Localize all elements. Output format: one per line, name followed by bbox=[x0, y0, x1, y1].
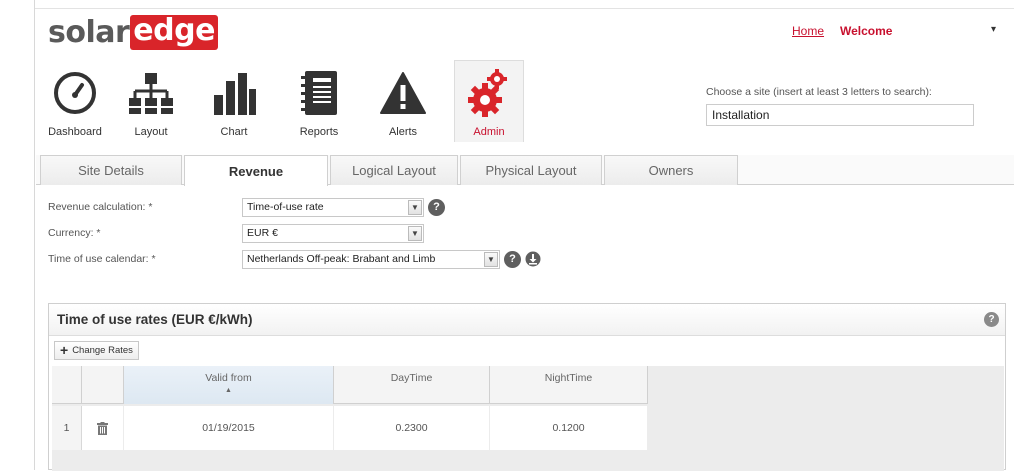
nav-reports-label: Reports bbox=[299, 126, 339, 138]
download-icon[interactable] bbox=[524, 250, 542, 268]
notebook-icon bbox=[294, 68, 344, 118]
nav-alerts-label: Alerts bbox=[388, 126, 418, 138]
revenue-form: Revenue calculation: * Time-of-use rate … bbox=[48, 196, 542, 274]
tou-calendar-select[interactable]: Netherlands Off-peak: Brabant and Limb ▼ bbox=[242, 249, 500, 269]
cell-nighttime[interactable]: 0.1200 bbox=[490, 406, 648, 450]
change-rates-button[interactable]: + Change Rates bbox=[54, 340, 139, 360]
help-icon[interactable]: ? bbox=[504, 250, 521, 268]
rates-panel: Time of use rates (EUR €/kWh) ? + Change… bbox=[48, 303, 1006, 471]
chevron-down-icon[interactable]: ▼ bbox=[408, 199, 422, 215]
cell-valid-from[interactable]: 01/19/2015 bbox=[124, 406, 334, 450]
tab-owners[interactable]: Owners bbox=[604, 155, 738, 185]
hierarchy-icon bbox=[126, 68, 176, 118]
site-chooser: Choose a site (insert at least 3 letters… bbox=[706, 86, 974, 126]
nav-chart[interactable]: Chart bbox=[192, 60, 276, 142]
gauge-icon bbox=[50, 68, 100, 118]
warning-icon bbox=[378, 68, 428, 118]
currency-select[interactable]: EUR € ▼ bbox=[242, 223, 424, 243]
sort-ascending-icon: ▲ bbox=[225, 387, 232, 394]
grid-empty-area bbox=[648, 366, 1004, 471]
grid-header-index bbox=[52, 366, 82, 404]
grid-header: Valid from ▲ DayTime NightTime bbox=[52, 366, 648, 404]
currency-row: Currency: * EUR € ▼ bbox=[48, 222, 542, 244]
chevron-down-icon[interactable]: ▼ bbox=[408, 225, 422, 241]
plus-icon: + bbox=[60, 342, 69, 358]
row-index: 1 bbox=[52, 406, 82, 450]
nav-dashboard-label: Dashboard bbox=[48, 126, 102, 138]
cell-daytime[interactable]: 0.2300 bbox=[334, 406, 490, 450]
home-link[interactable]: Home bbox=[792, 24, 824, 38]
logo-text-edge: edge bbox=[130, 14, 218, 50]
help-icon[interactable]: ? bbox=[428, 198, 445, 216]
grid-header-actions bbox=[82, 366, 124, 404]
tab-physical-layout[interactable]: Physical Layout bbox=[460, 155, 602, 185]
column-header-daytime[interactable]: DayTime bbox=[334, 366, 490, 404]
solaredge-logo[interactable]: solar edge bbox=[48, 14, 218, 50]
nav-admin-label: Admin bbox=[473, 126, 505, 138]
tou-calendar-label: Time of use calendar: * bbox=[48, 253, 156, 265]
nav-layout-label: Layout bbox=[134, 126, 168, 138]
change-rates-label: Change Rates bbox=[72, 344, 133, 356]
tab-logical-layout[interactable]: Logical Layout bbox=[330, 155, 458, 185]
table-row[interactable]: 1 01/19/2015 0.2300 0.1200 bbox=[52, 406, 648, 450]
column-header-nighttime[interactable]: NightTime bbox=[490, 366, 648, 404]
rates-panel-header: Time of use rates (EUR €/kWh) ? bbox=[49, 304, 1005, 336]
tab-revenue[interactable]: Revenue bbox=[184, 155, 328, 186]
nav-reports[interactable]: Reports bbox=[276, 60, 362, 142]
revenue-calc-label: Revenue calculation: * bbox=[48, 201, 153, 213]
rates-panel-title: Time of use rates (EUR €/kWh) bbox=[57, 312, 253, 327]
site-search-input[interactable] bbox=[706, 104, 974, 126]
nav-chart-label: Chart bbox=[220, 126, 248, 138]
nav-layout[interactable]: Layout bbox=[110, 60, 192, 142]
welcome-user[interactable]: Welcome bbox=[840, 24, 892, 38]
tab-site-details[interactable]: Site Details bbox=[40, 155, 182, 185]
tou-calendar-value: Netherlands Off-peak: Brabant and Limb bbox=[247, 253, 436, 265]
logo-text-solar: solar bbox=[48, 14, 130, 50]
nav-alerts[interactable]: Alerts bbox=[362, 60, 444, 142]
help-icon[interactable]: ? bbox=[984, 312, 999, 327]
chevron-down-icon[interactable]: ▼ bbox=[484, 251, 498, 267]
nav-admin[interactable]: Admin bbox=[454, 60, 524, 142]
revenue-calc-select[interactable]: Time-of-use rate ▼ bbox=[242, 197, 424, 217]
header-links: Home Welcome bbox=[792, 24, 892, 38]
gears-icon bbox=[464, 68, 514, 118]
rates-grid: Valid from ▲ DayTime NightTime 1 01/19/2… bbox=[52, 366, 1004, 471]
delete-row-button[interactable] bbox=[82, 406, 124, 450]
site-chooser-label: Choose a site (insert at least 3 letters… bbox=[706, 86, 932, 98]
rates-toolbar: + Change Rates bbox=[49, 336, 1005, 364]
main-nav: Dashboard Layout Chart Reports Alerts Ad… bbox=[40, 60, 534, 142]
tou-calendar-row: Time of use calendar: * Netherlands Off-… bbox=[48, 248, 542, 270]
trash-icon bbox=[97, 421, 108, 435]
revenue-calc-row: Revenue calculation: * Time-of-use rate … bbox=[48, 196, 542, 218]
bar-chart-icon bbox=[209, 68, 259, 118]
currency-label: Currency: * bbox=[48, 227, 101, 239]
revenue-calc-value: Time-of-use rate bbox=[247, 201, 324, 213]
column-header-valid-from[interactable]: Valid from ▲ bbox=[124, 366, 334, 404]
user-menu-caret-icon[interactable]: ▾ bbox=[991, 24, 996, 35]
currency-value: EUR € bbox=[247, 227, 278, 239]
nav-dashboard[interactable]: Dashboard bbox=[40, 60, 110, 142]
admin-tabs: Site Details Revenue Logical Layout Phys… bbox=[36, 155, 1014, 186]
